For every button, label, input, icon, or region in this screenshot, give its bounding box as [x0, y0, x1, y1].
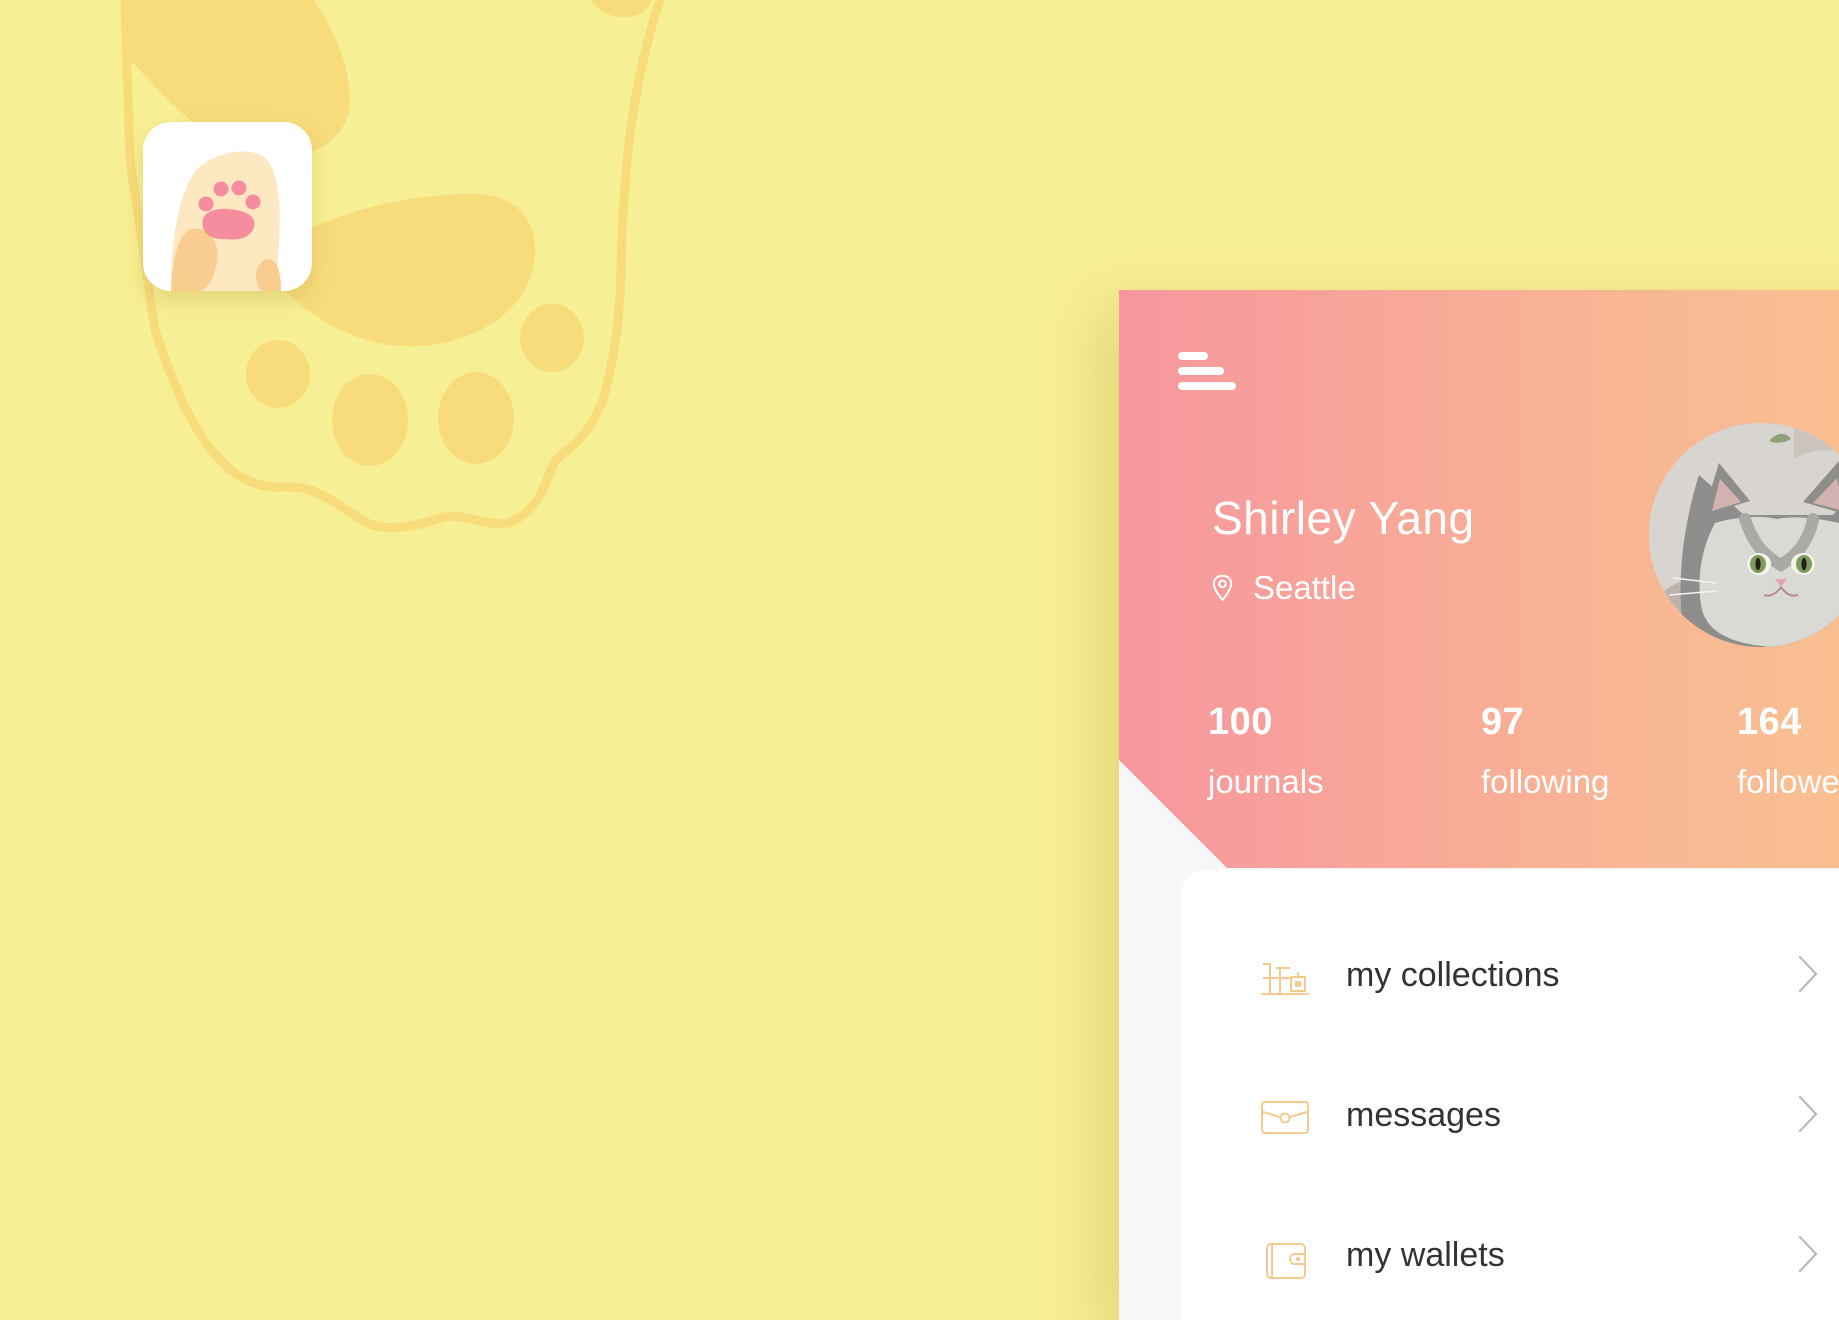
- stat-journals[interactable]: 100 journals: [1208, 703, 1324, 798]
- menu-bar-top: [1178, 352, 1208, 360]
- stat-following[interactable]: 97 following: [1481, 703, 1609, 798]
- menu-bar-middle: [1178, 367, 1224, 375]
- wallet-icon: [1266, 1243, 1306, 1279]
- stat-label-journals: journals: [1208, 763, 1324, 800]
- menu-item-messages[interactable]: messages: [1181, 1076, 1839, 1164]
- stat-value-followers: 164: [1737, 701, 1802, 743]
- cat-paw-icon: [171, 151, 281, 291]
- menu-item-my-wallets[interactable]: my wallets: [1181, 1216, 1839, 1304]
- profile-name: Shirley Yang: [1212, 492, 1475, 544]
- background-paw-icon: [120, 0, 665, 533]
- chevron-right-icon: [1798, 955, 1818, 993]
- stat-value-journals: 100: [1208, 701, 1273, 743]
- phone-screen: Shirley Yang Seattle 100 journals 97 fol…: [1119, 290, 1839, 1320]
- menu-item-label: my wallets: [1346, 1236, 1505, 1274]
- location-pin-icon: [1212, 574, 1233, 602]
- message-icon: [1261, 1101, 1309, 1134]
- stat-label-followers: followers: [1737, 763, 1839, 800]
- stat-label-following: following: [1481, 763, 1610, 800]
- hamburger-menu-icon[interactable]: [1178, 350, 1238, 392]
- menu-item-my-collections[interactable]: my collections: [1181, 936, 1839, 1024]
- chevron-right-icon: [1798, 1095, 1818, 1133]
- stat-value-following: 97: [1481, 701, 1525, 743]
- location-label: Seattle: [1253, 569, 1356, 606]
- stat-followers[interactable]: 164 followers: [1737, 703, 1839, 798]
- menu-item-label: my collections: [1346, 956, 1560, 994]
- collections-icon: [1261, 963, 1309, 995]
- menu-item-label: messages: [1346, 1096, 1501, 1134]
- app-icon[interactable]: [143, 122, 312, 291]
- chevron-right-icon: [1798, 1235, 1818, 1273]
- location: Seattle: [1212, 569, 1356, 606]
- menu-bar-bottom: [1178, 382, 1236, 390]
- profile-menu: my collections messages my wallets: [1181, 870, 1839, 1320]
